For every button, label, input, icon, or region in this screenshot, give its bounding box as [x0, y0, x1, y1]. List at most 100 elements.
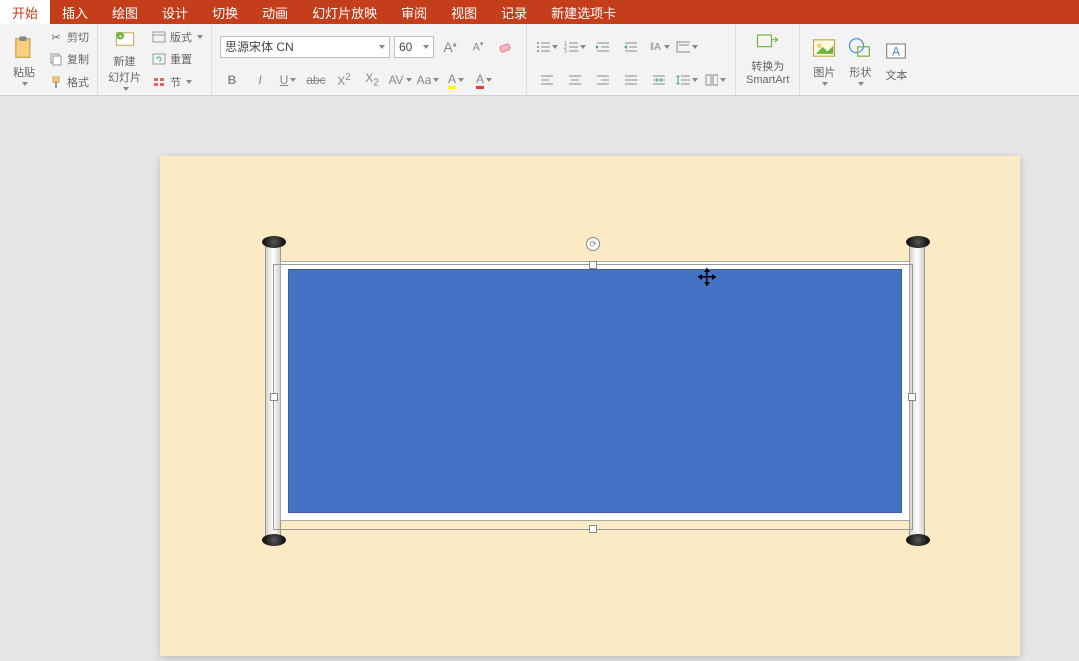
tab-newtab[interactable]: 新建选项卡: [539, 0, 628, 24]
distribute-button[interactable]: [647, 69, 671, 91]
font-name-select[interactable]: 思源宋体 CN: [220, 36, 390, 58]
textbox-label: 文本: [885, 67, 907, 83]
tab-slideshow[interactable]: 幻灯片放映: [300, 0, 389, 24]
align-text-button[interactable]: [675, 36, 699, 58]
reset-button[interactable]: 重置: [149, 49, 205, 69]
increase-indent-button[interactable]: [619, 36, 643, 58]
tab-draw[interactable]: 绘图: [100, 0, 150, 24]
strike-icon: abc: [306, 73, 325, 87]
superscript-button[interactable]: X2: [332, 69, 356, 91]
align-left-icon: [539, 73, 555, 87]
group-smartart: 转换为 SmartArt: [736, 24, 800, 95]
eraser-icon: [497, 39, 515, 55]
slide-canvas[interactable]: ⟳: [0, 96, 1079, 661]
copy-icon: [48, 51, 64, 67]
group-clipboard: 粘贴 ✂剪切 复制 格式: [0, 24, 98, 95]
align-center-icon: [567, 73, 583, 87]
font-size-select[interactable]: 60: [394, 36, 434, 58]
tab-review[interactable]: 审阅: [389, 0, 439, 24]
scroll-shape[interactable]: [260, 241, 930, 541]
scroll-cap-icon: [906, 534, 930, 546]
numbering-icon: 123: [564, 40, 578, 54]
scroll-cap-icon: [906, 236, 930, 248]
copy-button[interactable]: 复制: [46, 49, 91, 69]
group-font: 思源宋体 CN 60 A▴ A▾ B I U abc X2 X2 AV Aa A…: [212, 24, 527, 95]
columns-icon: [704, 73, 718, 87]
columns-button[interactable]: [703, 69, 727, 91]
align-center-button[interactable]: [563, 69, 587, 91]
font-color-button[interactable]: A: [472, 69, 496, 91]
align-right-button[interactable]: [591, 69, 615, 91]
bullets-button[interactable]: [535, 36, 559, 58]
text-direction-button[interactable]: ‖A: [647, 36, 671, 58]
bold-button[interactable]: B: [220, 69, 244, 91]
new-slide-dropdown-icon: [123, 87, 129, 91]
shape-button[interactable]: 形状: [842, 26, 878, 93]
layout-button[interactable]: 版式: [149, 27, 205, 47]
scroll-cap-icon: [262, 236, 286, 248]
layout-icon: [151, 29, 167, 45]
underline-icon: U: [280, 73, 289, 87]
line-spacing-button[interactable]: [675, 69, 699, 91]
tab-record[interactable]: 记录: [489, 0, 539, 24]
format-painter-button[interactable]: 格式: [46, 72, 91, 92]
new-slide-button[interactable]: + 新建 幻灯片: [104, 26, 145, 93]
case-icon: Aa: [417, 73, 432, 87]
new-slide-icon: +: [111, 28, 139, 51]
bold-icon: B: [228, 73, 237, 87]
ribbon: 粘贴 ✂剪切 复制 格式 + 新建 幻灯片 版式 重置 节 思源宋体 CN 60…: [0, 24, 1079, 96]
paste-dropdown-icon: [22, 82, 28, 86]
picture-icon: [810, 34, 838, 62]
align-left-button[interactable]: [535, 69, 559, 91]
italic-button[interactable]: I: [248, 69, 272, 91]
slide[interactable]: ⟳: [160, 156, 1020, 656]
new-slide-label: 新建 幻灯片: [108, 53, 141, 85]
align-text-icon: [676, 40, 690, 54]
svg-text:A: A: [893, 45, 901, 58]
subscript-button[interactable]: X2: [360, 69, 384, 91]
smartart-label: 转换为 SmartArt: [746, 58, 789, 86]
char-spacing-button[interactable]: AV: [388, 69, 412, 91]
picture-button[interactable]: 图片: [806, 26, 842, 93]
tab-animation[interactable]: 动画: [250, 0, 300, 24]
highlight-button[interactable]: A: [444, 69, 468, 91]
group-paragraph: 123 ‖A: [527, 24, 736, 95]
subscript-icon: X2: [365, 71, 379, 88]
underline-button[interactable]: U: [276, 69, 300, 91]
distribute-icon: [651, 73, 667, 87]
justify-button[interactable]: [619, 69, 643, 91]
numbering-button[interactable]: 123: [563, 36, 587, 58]
tab-start[interactable]: 开始: [0, 0, 50, 24]
bullets-icon: [536, 40, 550, 54]
tab-view[interactable]: 视图: [439, 0, 489, 24]
scroll-inner: [288, 269, 902, 513]
paste-label: 粘贴: [13, 64, 35, 80]
textbox-button[interactable]: A 文本: [878, 26, 914, 93]
tab-transition[interactable]: 切换: [200, 0, 250, 24]
textbox-icon: A: [882, 37, 910, 65]
clear-format-button[interactable]: [494, 36, 518, 58]
cut-button[interactable]: ✂剪切: [46, 27, 91, 47]
decrease-font-icon: A▾: [473, 40, 484, 54]
svg-text:+: +: [117, 32, 122, 41]
svg-text:3: 3: [564, 49, 567, 54]
tab-design[interactable]: 设计: [150, 0, 200, 24]
scroll-rod-left: [265, 241, 281, 541]
char-spacing-icon: AV: [388, 73, 403, 87]
justify-icon: [623, 73, 639, 87]
font-color-icon: A: [476, 72, 484, 89]
highlight-icon: A: [448, 72, 456, 89]
smartart-icon: [754, 28, 782, 56]
paste-button[interactable]: 粘贴: [6, 26, 42, 93]
scissors-icon: ✂: [48, 29, 64, 45]
increase-font-button[interactable]: A▴: [438, 36, 462, 58]
decrease-font-button[interactable]: A▾: [466, 36, 490, 58]
section-button[interactable]: 节: [149, 72, 205, 92]
strikethrough-button[interactable]: abc: [304, 69, 328, 91]
tab-insert[interactable]: 插入: [50, 0, 100, 24]
decrease-indent-button[interactable]: [591, 36, 615, 58]
smartart-button[interactable]: 转换为 SmartArt: [742, 26, 793, 88]
change-case-button[interactable]: Aa: [416, 69, 440, 91]
reset-icon: [151, 51, 167, 67]
svg-text:‖A: ‖A: [650, 42, 661, 53]
